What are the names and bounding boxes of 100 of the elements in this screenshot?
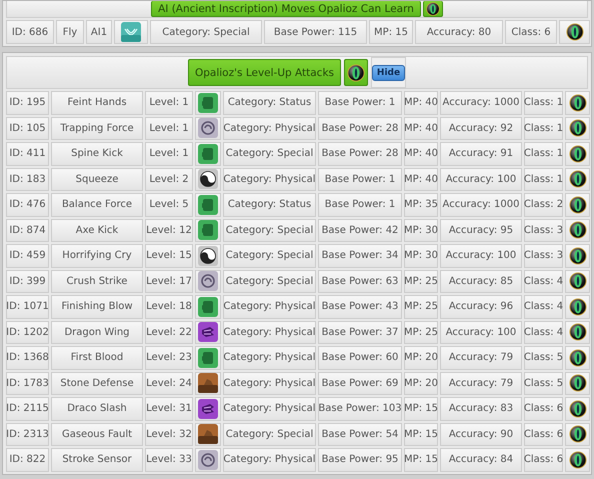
- move-category: Category: Physical: [223, 116, 316, 140]
- move-category: Category: Special: [223, 142, 316, 166]
- move-id: ID: 195: [6, 91, 49, 114]
- move-accuracy: Accuracy: 100: [440, 168, 522, 191]
- move-class: Class: 4: [524, 270, 563, 293]
- move-class: Class: 5: [524, 372, 563, 395]
- eye-icon[interactable]: [568, 170, 586, 188]
- move-id: ID: 1202: [6, 320, 49, 344]
- move-name: Balance Force: [51, 193, 143, 216]
- move-class: Class: 3: [524, 244, 563, 268]
- move-accuracy: Accuracy: 91: [440, 142, 522, 166]
- move-id: ID: 874: [6, 218, 49, 242]
- move-base-power: Base Power: 54: [318, 422, 402, 446]
- move-category: Category: Physical: [223, 372, 316, 395]
- move-level: Level: 1: [145, 142, 193, 166]
- move-base-power: Base Power: 115: [264, 20, 367, 44]
- move-accuracy: Accuracy: 95: [440, 218, 522, 242]
- move-level: Level: 23: [145, 346, 193, 370]
- move-category: Category: Special: [150, 20, 262, 44]
- move-class: Class: 1: [524, 168, 563, 191]
- move-level: Level: 1: [145, 116, 193, 140]
- move-accuracy: Accuracy: 80: [415, 20, 503, 44]
- move-name: Fly: [56, 20, 84, 44]
- rock-icon: [198, 424, 218, 444]
- eye-icon[interactable]: [568, 221, 586, 240]
- eye-icon[interactable]: [568, 196, 586, 214]
- move-id: ID: 686: [6, 20, 54, 44]
- move-base-power: Base Power: 28: [318, 142, 402, 166]
- move-id: ID: 105: [6, 116, 49, 140]
- move-class: Class: 2: [524, 193, 563, 216]
- move-level: AI1: [86, 20, 112, 44]
- move-accuracy: Accuracy: 79: [440, 346, 522, 370]
- move-class: Class: 1: [524, 142, 563, 166]
- wings-icon: [121, 22, 141, 42]
- move-id: ID: 1783: [6, 372, 49, 395]
- move-level: Level: 12: [145, 218, 193, 242]
- move-category: Category: Special: [223, 218, 316, 242]
- move-level: Level: 32: [145, 422, 193, 446]
- move-name: Finishing Blow: [51, 295, 143, 318]
- move-base-power: Base Power: 34: [318, 244, 402, 268]
- move-class: Class: 1: [524, 116, 563, 140]
- move-name: Squeeze: [51, 168, 143, 191]
- move-base-power: Base Power: 1: [318, 91, 402, 114]
- eye-icon[interactable]: [568, 348, 586, 367]
- eye-icon[interactable]: [568, 425, 586, 444]
- move-accuracy: Accuracy: 100: [440, 244, 522, 268]
- move-class: Class: 6: [524, 448, 563, 472]
- move-name: Spine Kick: [51, 142, 143, 166]
- eye-icon[interactable]: [568, 246, 586, 265]
- move-level: Level: 1: [145, 91, 193, 114]
- move-base-power: Base Power: 43: [318, 295, 402, 318]
- move-accuracy: Accuracy: 96: [440, 295, 522, 318]
- eye-button[interactable]: [422, 1, 443, 17]
- move-base-power: Base Power: 95: [318, 448, 402, 472]
- move-mp: MP: 35: [404, 193, 438, 216]
- eye-icon[interactable]: [568, 298, 586, 316]
- move-class: Class: 6: [505, 20, 557, 44]
- eye-icon[interactable]: [568, 450, 586, 469]
- eye-button[interactable]: [344, 59, 368, 86]
- move-name: Horrifying Cry: [51, 244, 143, 268]
- move-id: ID: 2313: [6, 422, 49, 446]
- move-accuracy: Accuracy: 100: [440, 320, 522, 344]
- eye-icon[interactable]: [568, 119, 586, 138]
- move-level: Level: 22: [145, 320, 193, 344]
- section-title-button[interactable]: AI (Ancient Inscription) Moves Opalioz Can Learn: [151, 1, 421, 17]
- eye-icon[interactable]: [568, 94, 586, 112]
- section-title-button[interactable]: Opalioz's Level-Up Attacks: [188, 59, 341, 86]
- dragon-icon: [198, 322, 218, 342]
- move-mp: MP: 25: [404, 270, 438, 293]
- eye-icon[interactable]: [566, 23, 584, 41]
- move-accuracy: Accuracy: 90: [440, 422, 522, 446]
- move-category: Category: Physical: [223, 397, 316, 420]
- move-accuracy: Accuracy: 79: [440, 372, 522, 395]
- move-name: Trapping Force: [51, 116, 143, 140]
- hide-button[interactable]: Hide: [372, 64, 406, 80]
- move-name: Axe Kick: [51, 218, 143, 242]
- yin-yang-icon: [198, 169, 218, 190]
- eye-icon[interactable]: [568, 272, 586, 290]
- move-mp: MP: 40: [404, 116, 438, 140]
- swirl-icon: [198, 271, 218, 292]
- move-base-power: Base Power: 63: [318, 270, 402, 293]
- move-name: Crush Strike: [51, 270, 143, 293]
- move-base-power: Base Power: 1: [318, 193, 402, 216]
- move-mp: MP: 40: [404, 91, 438, 114]
- eye-icon[interactable]: [568, 400, 586, 418]
- move-base-power: Base Power: 60: [318, 346, 402, 370]
- eye-icon[interactable]: [568, 144, 586, 163]
- move-class: Class: 6: [524, 397, 563, 420]
- move-mp: MP: 40: [404, 168, 438, 191]
- eye-icon[interactable]: [568, 323, 586, 342]
- move-name: Feint Hands: [51, 91, 143, 114]
- move-mp: MP: 20: [404, 346, 438, 370]
- move-mp: MP: 15: [404, 448, 438, 472]
- move-level: Level: 5: [145, 193, 193, 216]
- move-level: Level: 18: [145, 295, 193, 318]
- move-accuracy: Accuracy: 84: [440, 448, 522, 472]
- move-base-power: Base Power: 1: [318, 168, 402, 191]
- move-name: Stone Defense: [51, 372, 143, 395]
- eye-icon[interactable]: [568, 374, 586, 392]
- move-mp: MP: 15: [369, 20, 413, 44]
